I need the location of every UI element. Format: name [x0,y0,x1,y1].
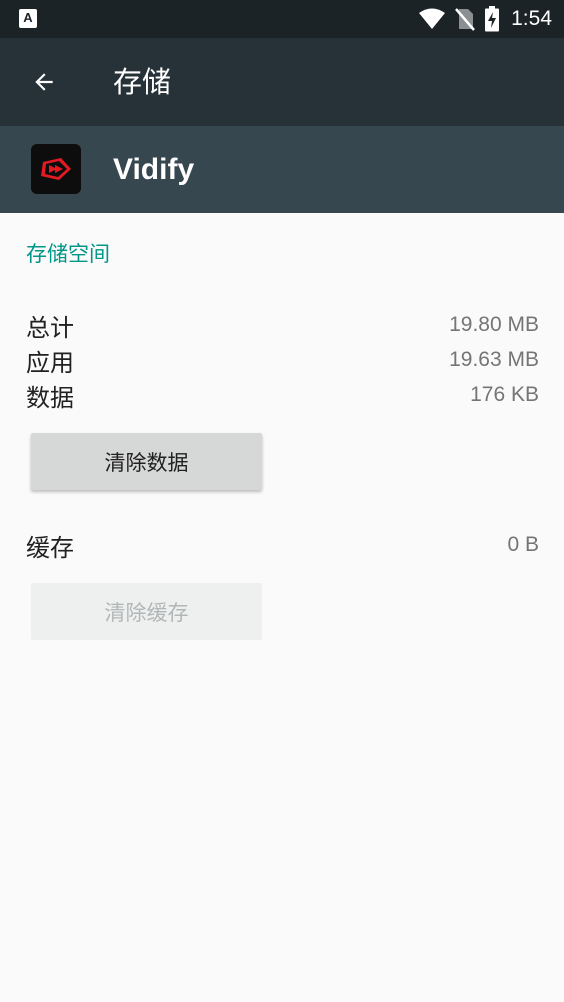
vidify-app-icon [31,144,81,194]
page-title: 存储 [113,65,172,99]
app-header: Vidify [0,126,564,213]
storage-row-value: 19.63 MB [449,348,539,371]
battery-charging-icon [485,6,500,32]
storage-row-total: 总计 19.80 MB [26,308,539,342]
wifi-icon [419,8,446,29]
storage-row-value: 176 KB [470,383,539,406]
storage-section-title: 存储空间 [26,242,110,266]
status-bar: A 1:54 [0,0,564,38]
app-name: Vidify [113,153,195,186]
storage-row-app: 应用 19.63 MB [26,343,539,377]
toolbar: 存储 [0,38,564,126]
status-clock: 1:54 [511,7,552,30]
back-button[interactable] [20,58,68,106]
status-icons: 1:54 [418,0,552,38]
cache-row: 缓存 0 B [26,528,539,562]
clear-data-button[interactable]: 清除数据 [31,433,262,490]
storage-row-data: 数据 176 KB [26,378,539,412]
cache-value: 0 B [507,533,539,556]
storage-row-label: 总计 [26,313,74,342]
storage-row-value: 19.80 MB [449,313,539,336]
clear-cache-button[interactable]: 清除缓存 [31,583,262,640]
cache-label: 缓存 [26,533,74,562]
storage-row-label: 数据 [26,383,74,412]
storage-row-label: 应用 [26,348,74,377]
notification-app-icon: A [19,9,37,28]
arrow-back-icon [35,73,53,91]
no-sim-icon [455,8,476,31]
